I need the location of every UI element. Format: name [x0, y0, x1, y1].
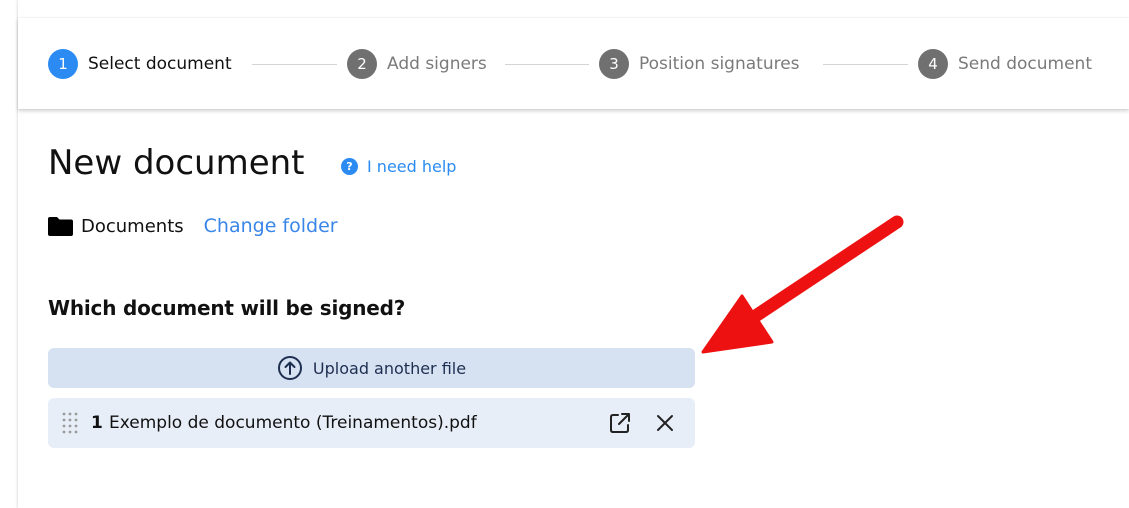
drag-handle-icon[interactable] [61, 411, 79, 435]
step-label: Add signers [387, 54, 487, 74]
close-icon[interactable] [654, 412, 676, 434]
step-number: 2 [347, 49, 377, 79]
step-add-signers[interactable]: 2 Add signers [347, 49, 487, 79]
step-label: Select document [88, 54, 232, 74]
file-index: 1 [91, 413, 103, 433]
step-position-signatures[interactable]: 3 Position signatures [599, 49, 800, 79]
step-number: 1 [48, 49, 78, 79]
folder-icon [48, 216, 73, 236]
help-link[interactable]: ? I need help [341, 157, 456, 176]
upload-button-label: Upload another file [312, 358, 467, 378]
folder-row: Documents Change folder [48, 214, 338, 238]
arrow-up-circle-icon [277, 356, 302, 380]
step-send-document[interactable]: 4 Send document [918, 49, 1092, 79]
change-folder-link[interactable]: Change folder [204, 215, 338, 237]
folder-name: Documents [81, 215, 184, 237]
step-number: 3 [599, 49, 629, 79]
step-connector [505, 64, 589, 65]
question-circle-icon: ? [341, 158, 358, 175]
external-link-icon[interactable] [608, 411, 632, 435]
upload-another-file-button[interactable]: Upload another file [48, 348, 695, 388]
step-label: Send document [958, 54, 1092, 74]
help-link-label: I need help [367, 157, 457, 176]
step-connector [252, 64, 337, 65]
section-heading: Which document will be signed? [48, 296, 406, 320]
file-list-item: 1 Exemplo de documento (Treinamentos).pd… [48, 398, 695, 448]
step-connector [823, 64, 908, 65]
file-name: Exemplo de documento (Treinamentos).pdf [109, 413, 477, 433]
step-select-document[interactable]: 1 Select document [48, 49, 232, 79]
step-label: Position signatures [639, 54, 800, 74]
page-title: New document [48, 143, 305, 183]
step-number: 4 [918, 49, 948, 79]
